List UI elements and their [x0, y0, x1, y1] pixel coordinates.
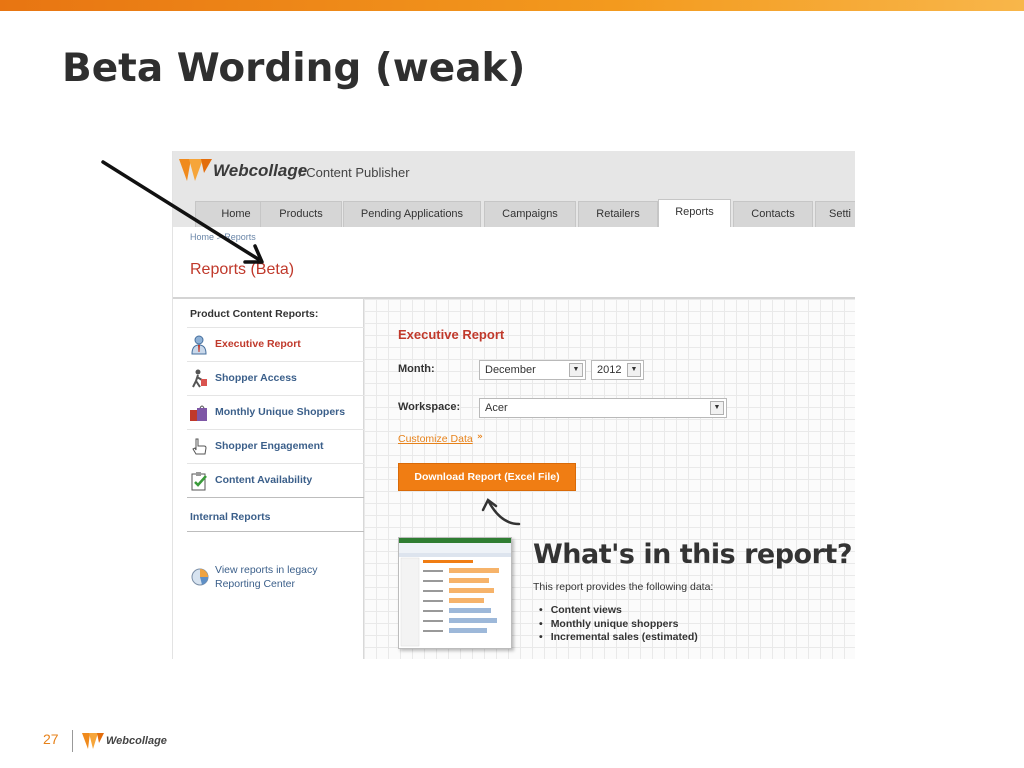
sidebar: Product Content Reports: Executive Repor… — [173, 297, 364, 659]
year-value: 2012 — [597, 364, 622, 376]
legacy-reports-link[interactable]: View reports in legacy Reporting Center — [215, 563, 345, 591]
whats-in-report-heading: What's in this report? — [533, 539, 853, 570]
footer-brand: Webcollage — [106, 735, 167, 747]
report-preview-thumbnail — [398, 537, 512, 649]
walking-shopper-icon — [192, 369, 207, 388]
sidebar-section-title: Product Content Reports: — [190, 308, 319, 320]
webcollage-logo-icon — [82, 733, 104, 749]
webcollage-logo-icon — [179, 159, 212, 181]
spreadsheet-preview-icon — [399, 538, 511, 647]
main-tabs: Home Products Pending Applications Campa… — [173, 199, 855, 227]
list-item: Monthly unique shoppers — [539, 618, 698, 632]
internal-reports-link[interactable]: Internal Reports — [190, 511, 271, 523]
tab-reports[interactable]: Reports — [658, 199, 731, 227]
double-chevron-down-icon[interactable]: » — [477, 432, 483, 442]
pie-chart-icon — [191, 568, 209, 586]
sidebar-item-shopper-engagement[interactable]: Shopper Engagement — [187, 429, 364, 463]
workspace-label: Workspace: — [398, 401, 461, 413]
sidebar-item-label: Shopper Access — [215, 372, 297, 384]
page-number: 27 — [43, 731, 59, 747]
chevron-down-icon: ▼ — [627, 363, 641, 377]
tab-pending-applications[interactable]: Pending Applications — [343, 201, 481, 227]
tab-contacts[interactable]: Contacts — [733, 201, 813, 227]
top-accent-bar — [0, 0, 1024, 11]
divider — [187, 497, 364, 498]
sidebar-item-executive-report[interactable]: Executive Report — [187, 327, 364, 361]
sidebar-item-content-availability[interactable]: Content Availability — [187, 463, 364, 497]
tab-retailers[interactable]: Retailers — [578, 201, 658, 227]
app-header: Webcollage / Content Publisher Home Prod… — [173, 151, 855, 227]
sidebar-item-label: Executive Report — [215, 338, 301, 350]
month-label: Month: — [398, 363, 435, 375]
customize-data-link[interactable]: Customize Data — [398, 433, 473, 445]
curved-arrow-icon — [481, 498, 521, 526]
breadcrumb[interactable]: Home > Reports — [190, 232, 256, 242]
sidebar-item-monthly-unique-shoppers[interactable]: Monthly Unique Shoppers — [187, 395, 364, 429]
chevron-down-icon: ▼ — [710, 401, 724, 415]
slide-title: Beta Wording (weak) — [62, 46, 526, 91]
brand-name: Webcollage — [213, 161, 308, 180]
month-value: December — [485, 364, 536, 376]
divider — [187, 531, 364, 532]
tab-settings[interactable]: Setti — [815, 201, 855, 227]
pointing-hand-icon — [192, 438, 207, 455]
report-contents-list: Content views Monthly unique shoppers In… — [539, 604, 698, 645]
chevron-down-icon: ▼ — [569, 363, 583, 377]
tab-products[interactable]: Products — [260, 201, 342, 227]
download-report-button[interactable]: Download Report (Excel File) — [398, 463, 576, 491]
page-title: Reports (Beta) — [190, 261, 295, 278]
list-item: Content views — [539, 604, 698, 618]
product-name: / Content Publisher — [299, 165, 410, 180]
month-select[interactable]: December ▼ — [479, 360, 586, 380]
report-description: This report provides the following data: — [533, 581, 714, 593]
sidebar-item-label: Shopper Engagement — [215, 440, 324, 452]
tab-campaigns[interactable]: Campaigns — [484, 201, 576, 227]
report-title: Executive Report — [398, 327, 505, 342]
sidebar-item-label: Content Availability — [215, 474, 313, 486]
sidebar-item-label: Monthly Unique Shoppers — [215, 406, 346, 418]
clipboard-check-icon — [191, 472, 207, 491]
workspace-value: Acer — [485, 402, 508, 414]
sidebar-item-shopper-access[interactable]: Shopper Access — [187, 361, 364, 395]
footer-divider — [72, 730, 73, 752]
year-select[interactable]: 2012 ▼ — [591, 360, 644, 380]
person-icon — [191, 335, 207, 355]
shopping-bags-icon — [190, 405, 207, 421]
list-item: Incremental sales (estimated) — [539, 631, 698, 645]
app-screenshot: Webcollage / Content Publisher Home Prod… — [172, 151, 855, 659]
workspace-select[interactable]: Acer ▼ — [479, 398, 727, 418]
